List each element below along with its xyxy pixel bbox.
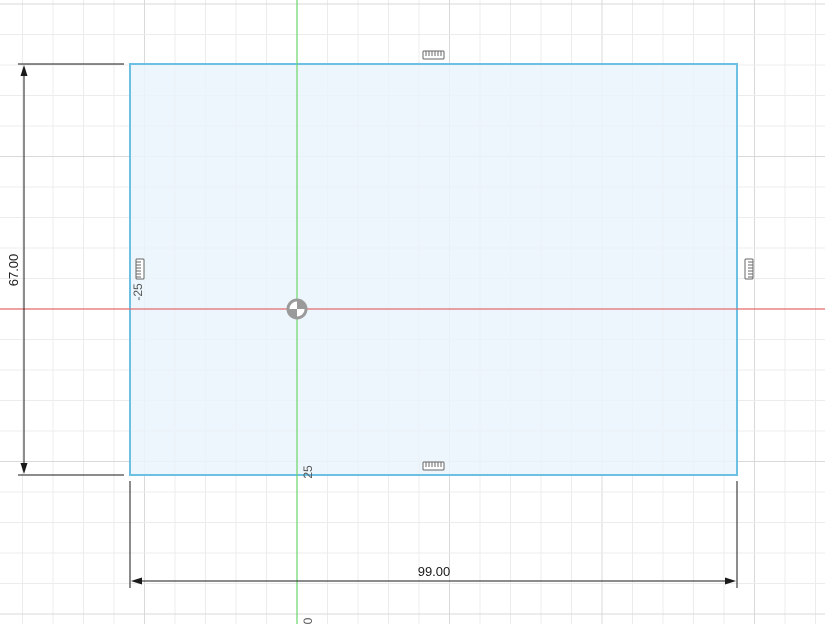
sketch-canvas[interactable]: 67.00 99.00 -25 25 0 — [0, 0, 825, 624]
horizontal-constraint-icon[interactable] — [422, 50, 445, 60]
width-dimension[interactable]: 99.00 — [129, 481, 738, 588]
sketch-origin-point-icon[interactable] — [286, 298, 308, 320]
sketch-rectangle-profile[interactable] — [129, 63, 738, 476]
height-dimension-label[interactable]: 67.00 — [6, 254, 21, 287]
grid-label-left: -25 — [131, 283, 145, 301]
grid-label-y-axis-bottom: 0 — [301, 617, 315, 624]
horizontal-constraint-icon[interactable] — [422, 461, 445, 471]
width-dimension-label[interactable]: 99.00 — [418, 564, 451, 579]
arrowhead-down-icon — [20, 463, 28, 474]
vertical-constraint-icon[interactable] — [744, 258, 754, 280]
grid-label-bottom: 25 — [301, 465, 315, 479]
vertical-constraint-icon[interactable] — [135, 258, 145, 280]
arrowhead-up-icon — [20, 65, 28, 76]
